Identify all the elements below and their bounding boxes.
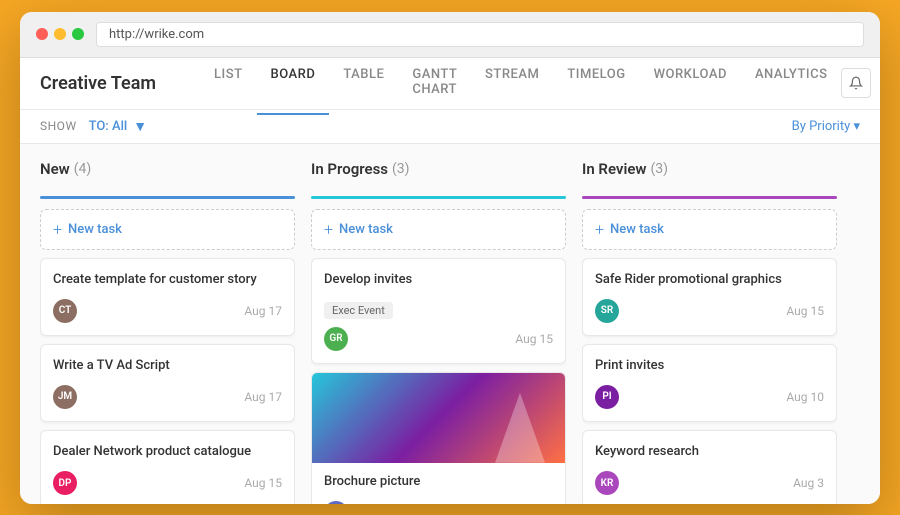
filter-value[interactable]: TO: All	[89, 119, 128, 134]
image-card-body: Brochure picture MN Aug 17	[312, 463, 565, 504]
new-task-label: New task	[610, 222, 664, 237]
task-footer: JM Aug 17	[53, 385, 282, 409]
show-label: SHOW	[40, 119, 77, 133]
task-card: Keyword research KR Aug 3	[582, 430, 837, 504]
task-footer: DP Aug 15	[53, 471, 282, 495]
column-progress-count: (3)	[392, 161, 410, 177]
task-title: Write a TV Ad Script	[53, 357, 282, 375]
column-review-tasks: Safe Rider promotional graphics SR Aug 1…	[582, 258, 837, 504]
app-title: Creative Team	[40, 73, 200, 94]
column-new-divider	[40, 196, 295, 199]
task-title: Safe Rider promotional graphics	[595, 271, 824, 289]
task-title: Keyword research	[595, 443, 824, 461]
url-bar[interactable]: http://wrike.com	[96, 22, 864, 47]
column-progress-title: In Progress	[311, 160, 388, 178]
task-image	[312, 373, 565, 463]
plus-icon: +	[53, 220, 62, 239]
task-footer: MN Aug 17	[324, 501, 553, 504]
notifications-button[interactable]	[841, 68, 871, 98]
column-review-header: In Review (3)	[582, 160, 837, 186]
task-card: Safe Rider promotional graphics SR Aug 1…	[582, 258, 837, 336]
new-task-label: New task	[339, 222, 393, 237]
column-new-title: New	[40, 160, 70, 178]
column-progress: In Progress (3) + New task Develop invit…	[311, 160, 566, 488]
tab-gantt[interactable]: GANTT CHART	[398, 51, 471, 115]
avatar: KR	[595, 471, 619, 495]
task-footer: GR Aug 15	[324, 327, 553, 351]
task-date: Aug 10	[786, 390, 824, 404]
tab-list[interactable]: LIST	[200, 51, 257, 115]
tab-timelog[interactable]: TIMELOG	[553, 51, 639, 115]
avatar: MN	[324, 501, 348, 504]
column-new-count: (4)	[74, 161, 92, 177]
plus-icon: +	[324, 220, 333, 239]
task-title: Develop invites	[324, 271, 553, 289]
task-title: Dealer Network product catalogue	[53, 443, 282, 461]
task-footer: CT Aug 17	[53, 299, 282, 323]
plus-icon: +	[595, 220, 604, 239]
column-new-tasks: Create template for customer story CT Au…	[40, 258, 295, 504]
column-new-header: New (4)	[40, 160, 295, 186]
column-review-count: (3)	[650, 161, 668, 177]
sort-button[interactable]: By Priority ▾	[792, 119, 860, 134]
browser-dots	[36, 28, 84, 40]
header-actions: ⋮	[841, 68, 880, 98]
column-review-divider	[582, 196, 837, 199]
new-task-button-progress[interactable]: + New task	[311, 209, 566, 250]
task-card: Print invites PI Aug 10	[582, 344, 837, 422]
column-progress-header: In Progress (3)	[311, 160, 566, 186]
task-footer: SR Aug 15	[595, 299, 824, 323]
task-date: Aug 3	[793, 476, 824, 490]
more-options-button[interactable]: ⋮	[879, 68, 880, 98]
task-title: Create template for customer story	[53, 271, 282, 289]
tab-analytics[interactable]: ANALYTICS	[741, 51, 842, 115]
new-task-button-review[interactable]: + New task	[582, 209, 837, 250]
nav-tabs: LIST BOARD TABLE GANTT CHART STREAM TIME…	[200, 51, 841, 115]
maximize-dot[interactable]	[72, 28, 84, 40]
column-progress-divider	[311, 196, 566, 199]
column-progress-tasks: Develop invites Exec Event GR Aug 15 Bro…	[311, 258, 566, 504]
new-task-button-new[interactable]: + New task	[40, 209, 295, 250]
avatar: GR	[324, 327, 348, 351]
task-date: Aug 15	[786, 304, 824, 318]
minimize-dot[interactable]	[54, 28, 66, 40]
tab-stream[interactable]: STREAM	[471, 51, 553, 115]
avatar: JM	[53, 385, 77, 409]
task-card: Dealer Network product catalogue DP Aug …	[40, 430, 295, 504]
avatar: CT	[53, 299, 77, 323]
filter-icon[interactable]: ▼	[133, 118, 147, 135]
new-task-label: New task	[68, 222, 122, 237]
task-footer: KR Aug 3	[595, 471, 824, 495]
task-date: Aug 17	[244, 390, 282, 404]
avatar: DP	[53, 471, 77, 495]
browser-window: http://wrike.com Creative Team LIST BOAR…	[20, 12, 880, 504]
column-review: In Review (3) + New task Safe Rider prom…	[582, 160, 837, 488]
task-title: Print invites	[595, 357, 824, 375]
task-card: Develop invites Exec Event GR Aug 15	[311, 258, 566, 364]
avatar: SR	[595, 299, 619, 323]
task-date: Aug 17	[244, 304, 282, 318]
task-title: Brochure picture	[324, 473, 553, 491]
avatar: PI	[595, 385, 619, 409]
tab-table[interactable]: TABLE	[329, 51, 398, 115]
filter-left: SHOW TO: All ▼	[40, 118, 147, 135]
tab-workload[interactable]: WORKLOAD	[640, 51, 741, 115]
column-review-title: In Review	[582, 160, 646, 178]
task-card: Create template for customer story CT Au…	[40, 258, 295, 336]
app-header: Creative Team LIST BOARD TABLE GANTT CHA…	[20, 58, 880, 110]
task-tag: Exec Event	[324, 302, 393, 319]
task-card: Write a TV Ad Script JM Aug 17	[40, 344, 295, 422]
task-date: Aug 15	[515, 332, 553, 346]
close-dot[interactable]	[36, 28, 48, 40]
board-area: New (4) + New task Create template for c…	[20, 144, 880, 504]
tab-board[interactable]: BOARD	[257, 51, 330, 115]
task-date: Aug 15	[244, 476, 282, 490]
column-new: New (4) + New task Create template for c…	[40, 160, 295, 488]
task-footer: PI Aug 10	[595, 385, 824, 409]
task-card-image: Brochure picture MN Aug 17	[311, 372, 566, 504]
